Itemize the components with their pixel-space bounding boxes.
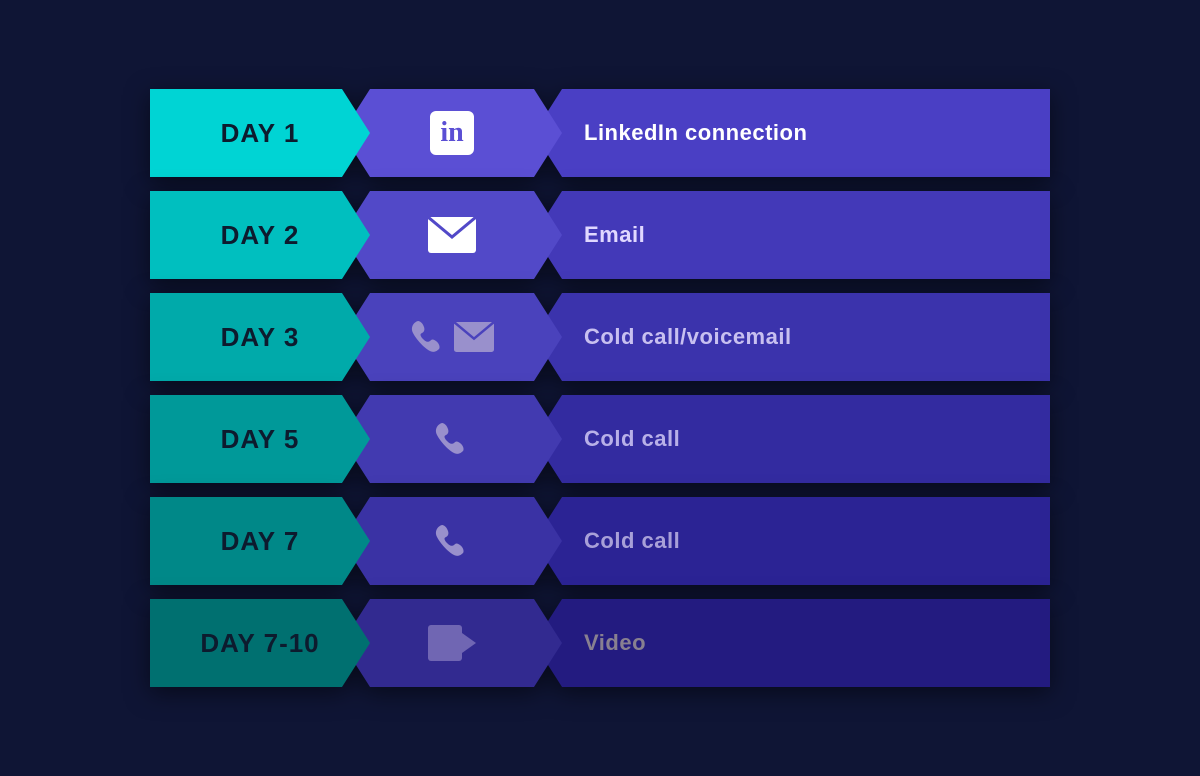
- day-label: DAY 2: [221, 220, 300, 251]
- text-cell: LinkedIn connection: [534, 89, 1050, 177]
- action-label: Email: [584, 222, 645, 248]
- day-cell: DAY 7: [150, 497, 370, 585]
- action-label: Cold call: [584, 426, 680, 452]
- email-icon: [428, 217, 476, 253]
- text-cell: Cold call/voicemail: [534, 293, 1050, 381]
- text-cell: Email: [534, 191, 1050, 279]
- day-label: DAY 5: [221, 424, 300, 455]
- text-cell: Video: [534, 599, 1050, 687]
- video-icon: [428, 625, 476, 661]
- sequence-row-row-1: DAY 1 in LinkedIn connection: [150, 89, 1050, 177]
- icon-cell: [342, 395, 562, 483]
- day-label: DAY 3: [221, 322, 300, 353]
- sequence-row-row-2: DAY 2 Email: [150, 191, 1050, 279]
- action-label: Video: [584, 630, 646, 656]
- icon-cell: [342, 599, 562, 687]
- day-cell: DAY 1: [150, 89, 370, 177]
- day-label: DAY 1: [221, 118, 300, 149]
- text-cell: Cold call: [534, 395, 1050, 483]
- action-label: LinkedIn connection: [584, 120, 807, 146]
- sequence-container: DAY 1 in LinkedIn connection DAY 2 Email: [150, 89, 1050, 687]
- icon-cell: [342, 293, 562, 381]
- linkedin-icon: in: [430, 111, 474, 155]
- sequence-row-row-3: DAY 3 Cold call/voicemail: [150, 293, 1050, 381]
- day-label: DAY 7-10: [200, 628, 319, 659]
- icon-cell: in: [342, 89, 562, 177]
- phone-icon: [434, 523, 470, 559]
- sequence-row-row-4: DAY 5 Cold call: [150, 395, 1050, 483]
- day-cell: DAY 3: [150, 293, 370, 381]
- phone-icon: [434, 421, 470, 457]
- text-cell: Cold call: [534, 497, 1050, 585]
- day-cell: DAY 7-10: [150, 599, 370, 687]
- action-label: Cold call/voicemail: [584, 324, 792, 350]
- sequence-row-row-6: DAY 7-10 Video: [150, 599, 1050, 687]
- phone-email-icon: [410, 319, 494, 355]
- sequence-row-row-5: DAY 7 Cold call: [150, 497, 1050, 585]
- action-label: Cold call: [584, 528, 680, 554]
- day-label: DAY 7: [221, 526, 300, 557]
- day-cell: DAY 5: [150, 395, 370, 483]
- day-cell: DAY 2: [150, 191, 370, 279]
- icon-cell: [342, 497, 562, 585]
- icon-cell: [342, 191, 562, 279]
